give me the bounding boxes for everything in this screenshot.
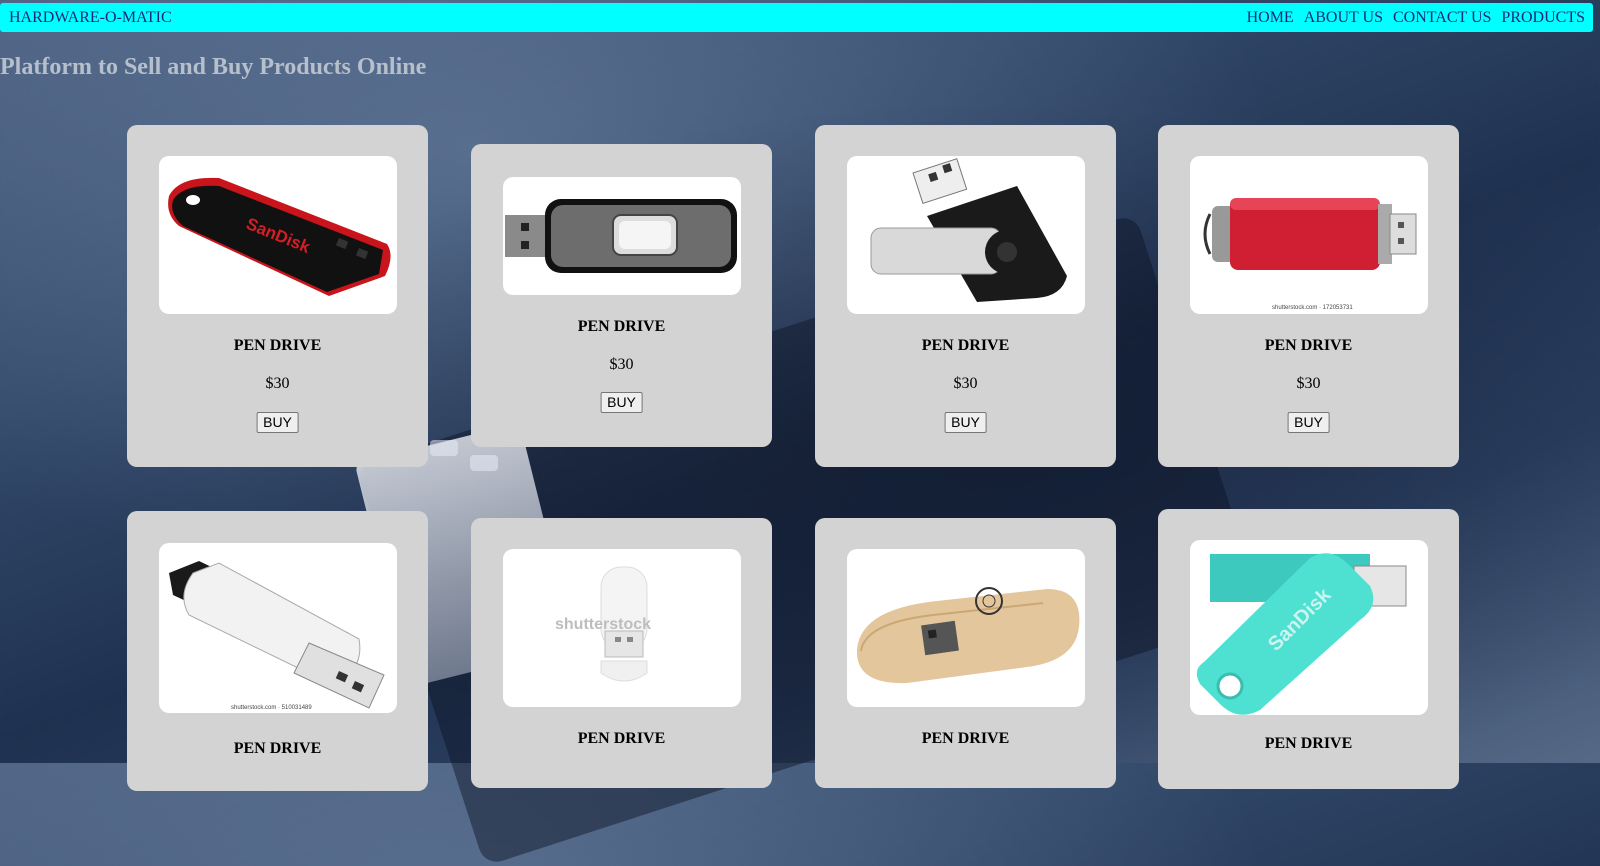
nav-links: HOME ABOUT US CONTACT US PRODUCTS [1247,9,1585,27]
pen-drive-image: SanDisk [1196,553,1407,715]
pen-drive-image: SanDisk [168,177,391,296]
product-card: SanDisk PEN DRIVE $30 BUY [127,125,428,467]
product-card: shutterstock PEN DRIVE [471,518,772,788]
product-card: PEN DRIVE $30 BUY [815,125,1116,467]
svg-text:shutterstock.com · 510031489: shutterstock.com · 510031489 [231,705,312,711]
product-card: SanDisk PEN DRIVE [1158,509,1459,789]
product-card: PEN DRIVE $30 BUY [471,144,772,447]
svg-text:shutterstock.com · 172053731: shutterstock.com · 172053731 [1272,305,1353,311]
product-title: PEN DRIVE [1264,337,1353,354]
nav-link-home[interactable]: HOME [1247,9,1294,27]
nav-link-about-us[interactable]: ABOUT US [1304,9,1383,27]
buy-button[interactable]: BUY [944,412,987,433]
product-title: PEN DRIVE [577,318,666,335]
page-tagline: Platform to Sell and Buy Products Online [0,54,427,80]
svg-text:shutterstock: shutterstock [555,616,651,633]
product-price: $30 [609,356,634,373]
product-image [847,156,1085,314]
backdrop-key [470,455,498,471]
product-image [503,177,741,295]
product-card: PEN DRIVE [815,518,1116,788]
brand-logo-text[interactable]: HARDWARE-O-MATIC [9,9,172,27]
top-navbar: HARDWARE-O-MATIC HOME ABOUT US CONTACT U… [0,3,1593,32]
product-title: PEN DRIVE [233,740,322,757]
product-price: $30 [265,375,290,392]
product-price: $30 [1296,375,1321,392]
nav-link-products[interactable]: PRODUCTS [1501,9,1585,27]
product-card: shutterstock.com · 172053731 PEN DRIVE $… [1158,125,1459,467]
buy-button[interactable]: BUY [1287,412,1330,433]
product-image: shutterstock.com · 172053731 [1190,156,1428,314]
pen-drive-image: shutterstock.com · 172053731 [1203,198,1417,311]
product-price: $30 [953,375,978,392]
pen-drive-image: shutterstock [555,566,651,682]
product-title: PEN DRIVE [1264,735,1353,752]
buy-button[interactable]: BUY [600,392,643,413]
pen-drive-image [856,587,1080,684]
backdrop-key [430,440,458,456]
nav-link-contact-us[interactable]: CONTACT US [1393,9,1491,27]
product-image: shutterstock [503,549,741,707]
product-title: PEN DRIVE [577,730,666,747]
product-card: shutterstock.com · 510031489 PEN DRIVE [127,511,428,791]
product-image: SanDisk [1190,540,1428,715]
pen-drive-image [870,158,1067,302]
product-title: PEN DRIVE [921,730,1010,747]
product-image [847,549,1085,707]
buy-button[interactable]: BUY [256,412,299,433]
product-title: PEN DRIVE [233,337,322,354]
product-image: shutterstock.com · 510031489 [159,543,397,713]
product-title: PEN DRIVE [921,337,1010,354]
product-image: SanDisk [159,156,397,314]
pen-drive-image: shutterstock.com · 510031489 [169,561,385,711]
pen-drive-image [505,199,737,273]
